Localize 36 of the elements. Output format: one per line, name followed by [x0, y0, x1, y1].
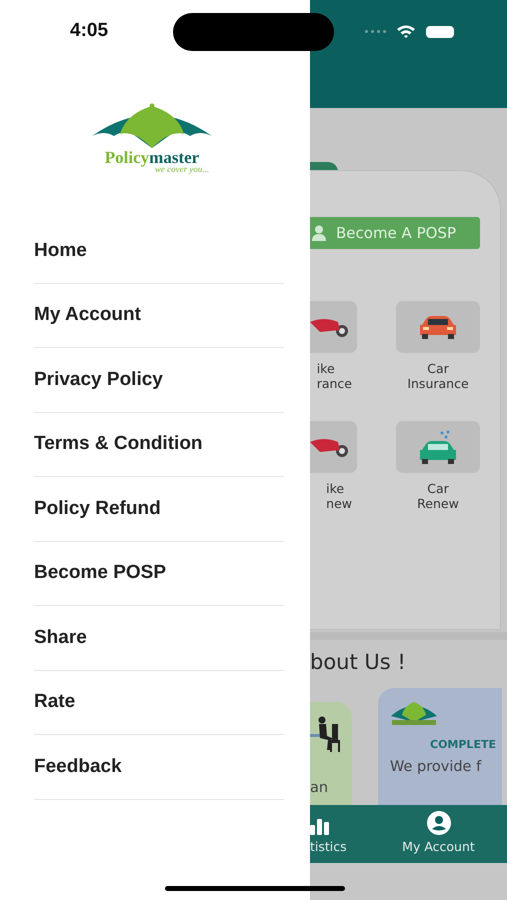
- service-label: ike new: [326, 481, 352, 511]
- about-text: We provide f: [390, 759, 482, 775]
- umbrella-logo-icon: [390, 700, 438, 726]
- motorcycle-icon: [310, 436, 350, 458]
- service-label: Car Insurance: [407, 361, 469, 391]
- wifi-icon: [396, 24, 416, 39]
- motorcycle-icon: [310, 316, 350, 338]
- car-icon: [418, 430, 458, 464]
- account-icon: [426, 811, 450, 835]
- menu-item[interactable]: Privacy Policy: [34, 348, 284, 412]
- signal-icon: [365, 30, 386, 33]
- battery-icon: [426, 26, 454, 38]
- section-title: bout Us !: [310, 650, 407, 674]
- car-icon: [418, 315, 458, 339]
- umbrella-logo-icon: [90, 102, 214, 150]
- menu-item[interactable]: Feedback: [34, 735, 284, 800]
- logo-wordmark: Policy: [104, 148, 150, 168]
- service-tile[interactable]: [396, 301, 480, 353]
- menu-item[interactable]: Home: [34, 219, 284, 284]
- service-tile[interactable]: [310, 301, 357, 353]
- menu-item[interactable]: Rate: [34, 670, 284, 735]
- menu-item[interactable]: Policy Refund: [34, 477, 284, 542]
- nav-tab[interactable]: tistics: [310, 805, 370, 863]
- status-time: 4:05: [70, 20, 108, 42]
- service-tile[interactable]: [310, 421, 357, 473]
- menu-item[interactable]: My Account: [34, 284, 284, 348]
- person-icon: [312, 225, 326, 241]
- service-label: ike rance: [316, 361, 352, 391]
- nav-tab[interactable]: My Account: [370, 805, 507, 863]
- menu-item[interactable]: Become POSP: [34, 542, 284, 606]
- about-heading: COMPLETE: [430, 738, 497, 751]
- about-text: an: [310, 780, 330, 796]
- service-tile[interactable]: [396, 421, 480, 473]
- menu-item[interactable]: Share: [34, 606, 284, 670]
- service-label: Car Renew: [417, 481, 459, 511]
- menu-item[interactable]: Terms & Condition: [34, 412, 284, 477]
